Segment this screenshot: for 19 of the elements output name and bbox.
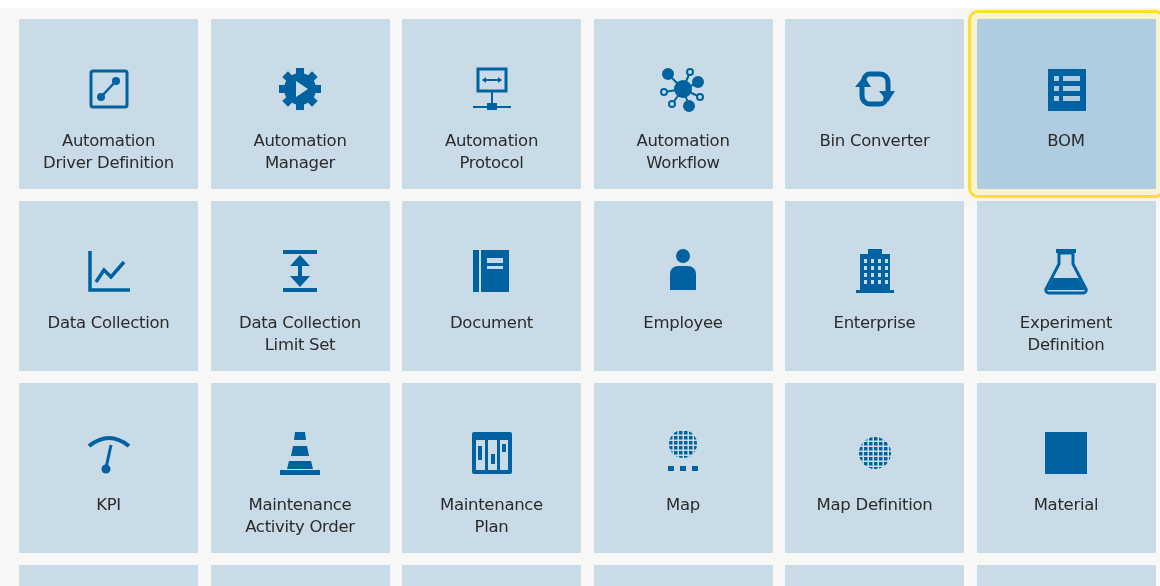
app-tile[interactable]: Enterprise (785, 201, 964, 371)
app-tile[interactable]: Map (593, 383, 773, 553)
app-tile[interactable]: Automation Driver Definition (19, 19, 198, 189)
app-tile[interactable]: Map Definition (785, 383, 964, 553)
app-tile[interactable]: KPI (19, 383, 198, 553)
app-tile[interactable]: Employee (593, 201, 773, 371)
app-tile[interactable]: Bin Converter (785, 19, 964, 189)
app-tile[interactable]: Data Collection Limit Set (210, 201, 390, 371)
app-tile[interactable]: Document (402, 201, 581, 371)
app-tile[interactable]: Maintenance Activity Order (210, 383, 390, 553)
app-tile[interactable]: Automation Manager (210, 19, 390, 189)
app-tile[interactable]: Material (976, 383, 1156, 553)
app-tile[interactable]: Experiment Definition (976, 201, 1156, 371)
flask-icon (1041, 246, 1091, 296)
app-tile[interactable]: Maintenance Plan (402, 383, 581, 553)
app-tile[interactable]: Automation Protocol (402, 19, 581, 189)
app-tile[interactable]: BOM (976, 19, 1156, 189)
app-tile[interactable]: Automation Workflow (593, 19, 773, 189)
app-tile[interactable]: Data Collection (19, 201, 198, 371)
